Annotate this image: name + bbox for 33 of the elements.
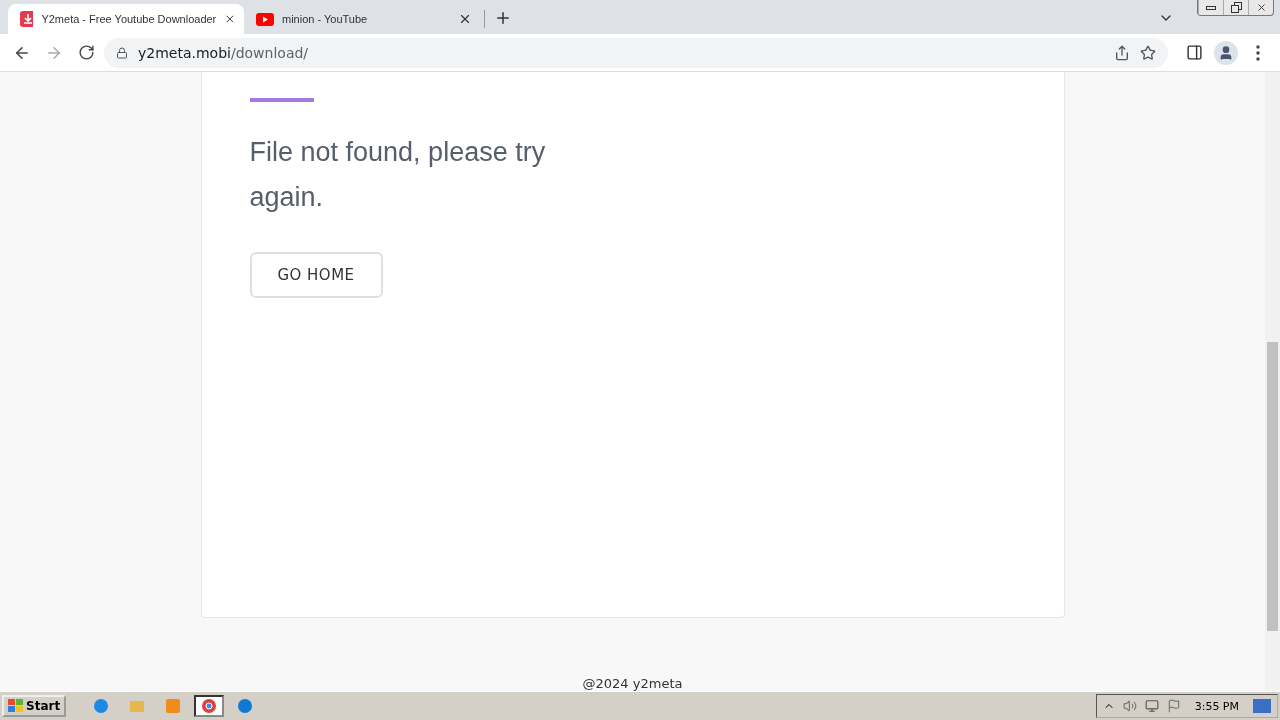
go-home-button[interactable]: GO HOME [249,252,383,298]
app-icon [129,698,146,714]
speaker-icon[interactable] [1122,699,1137,713]
browser-tab[interactable]: Y2meta - Free Youtube Downloader [8,4,244,34]
side-panel-icon [1185,44,1203,61]
close-icon [1255,2,1267,13]
accent-bar [249,98,314,102]
lock-icon [116,46,128,59]
scrollbar[interactable] [1265,72,1280,691]
flag-icon[interactable] [1166,699,1181,713]
close-icon[interactable] [224,12,236,26]
browser-tab[interactable]: minion - YouTube [244,4,480,34]
footer-text: @2024 y2meta [582,676,683,691]
menu-icon [1256,44,1260,61]
start-button[interactable]: Start [2,695,67,717]
plus-icon [494,9,512,27]
reload-icon [77,44,95,61]
windows-logo-icon [8,699,24,713]
address-field[interactable]: y2meta.mobi/download/ [104,37,1168,68]
taskbar-app[interactable] [194,695,225,717]
app-icon [165,698,182,714]
share-icon[interactable] [1114,44,1130,61]
error-message: File not found, please try again. [249,136,547,214]
close-icon[interactable] [458,12,472,26]
play-icon [256,12,274,26]
person-icon [1218,44,1234,61]
app-icon [201,698,218,714]
app-icon [237,698,254,714]
app-icon [93,698,110,714]
star-icon[interactable] [1140,44,1156,61]
clock: 3:55 PM [1194,699,1239,713]
minimize-icon [1206,5,1216,10]
download-icon [20,11,34,27]
